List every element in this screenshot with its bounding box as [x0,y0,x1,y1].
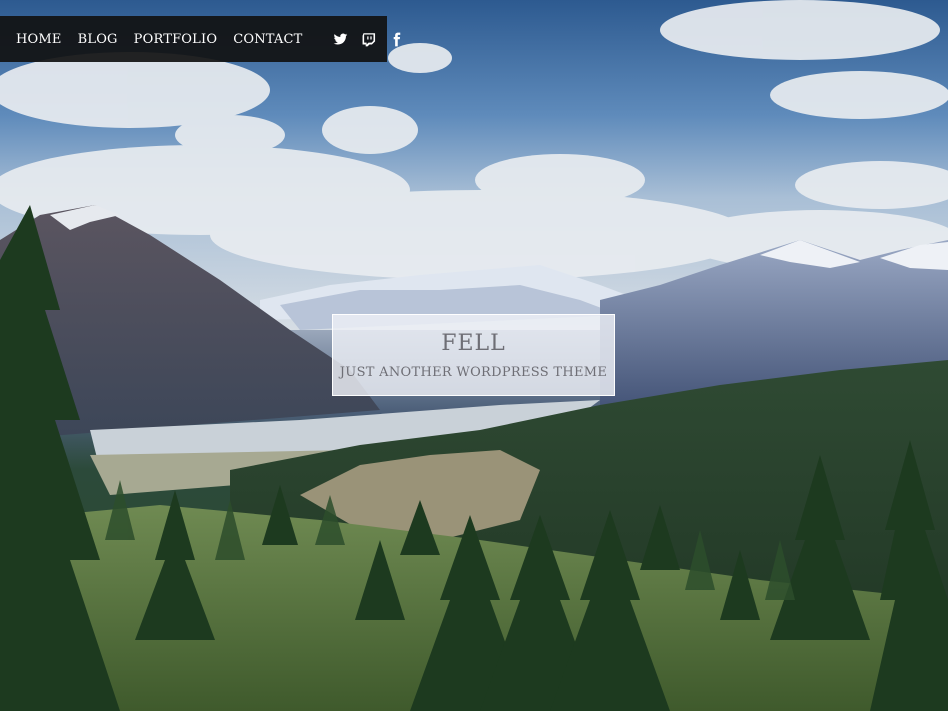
site-branding: FELL JUST ANOTHER WORDPRESS THEME [332,314,615,396]
nav-item-blog[interactable]: BLOG [78,32,118,47]
main-navigation: HOME BLOG PORTFOLIO CONTACT [0,16,400,62]
nav-item-home[interactable]: HOME [16,32,62,47]
nav-item-portfolio[interactable]: PORTFOLIO [134,32,218,47]
facebook-icon[interactable] [389,31,404,47]
twitter-icon[interactable] [333,31,348,47]
hero-header: HOME BLOG PORTFOLIO CONTACT FELL JUST AN… [0,0,948,711]
nav-item-contact[interactable]: CONTACT [233,32,302,47]
site-title[interactable]: FELL [333,331,614,357]
twitch-icon[interactable] [361,31,376,47]
site-description: JUST ANOTHER WORDPRESS THEME [339,365,608,380]
